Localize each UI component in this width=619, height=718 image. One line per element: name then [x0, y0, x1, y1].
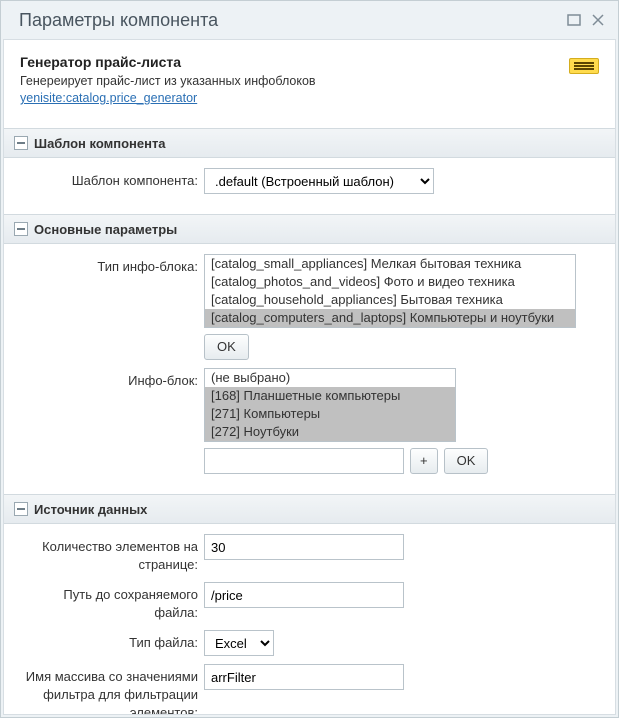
maximize-icon[interactable]	[566, 12, 582, 28]
list-item[interactable]: [catalog_photos_and_videos] Фото и видео…	[205, 273, 575, 291]
per-page-label: Количество элементов на странице:	[18, 534, 204, 574]
iblock-type-ok-button[interactable]: OK	[204, 334, 249, 360]
iblock-add-button[interactable]: +	[410, 448, 438, 474]
section-source-header[interactable]: Источник данных	[4, 494, 615, 524]
filetype-select[interactable]: Excel	[204, 630, 274, 656]
window-title: Параметры компонента	[19, 10, 558, 31]
iblock-type-label: Тип инфо-блока:	[18, 254, 204, 276]
iblock-add-input[interactable]	[204, 448, 404, 474]
list-item[interactable]: (не выбрано)	[205, 369, 455, 387]
iblock-ok-button[interactable]: OK	[444, 448, 489, 474]
iblock-label: Инфо-блок:	[18, 368, 204, 390]
list-item[interactable]: [catalog_household_appliances] Бытовая т…	[205, 291, 575, 309]
expand-badge-icon[interactable]	[569, 58, 599, 74]
section-template-title: Шаблон компонента	[34, 136, 166, 151]
component-header: Генератор прайс-листа Генереирует прайс-…	[4, 40, 615, 114]
section-template-header[interactable]: Шаблон компонента	[4, 128, 615, 158]
list-item[interactable]: [271] Компьютеры	[205, 405, 455, 423]
collapse-icon	[14, 136, 28, 150]
titlebar: Параметры компонента	[1, 1, 618, 39]
filter-label: Имя массива со значениями фильтра для фи…	[18, 664, 204, 715]
list-item[interactable]: [168] Планшетные компьютеры	[205, 387, 455, 405]
component-name: Генератор прайс-листа	[20, 54, 599, 70]
template-label: Шаблон компонента:	[18, 168, 204, 190]
list-item[interactable]: [catalog_small_appliances] Мелкая бытова…	[205, 255, 575, 273]
close-icon[interactable]	[590, 12, 606, 28]
iblock-list[interactable]: (не выбрано)[168] Планшетные компьютеры[…	[204, 368, 456, 442]
component-description: Генереирует прайс-лист из указанных инфо…	[20, 74, 599, 88]
collapse-icon	[14, 222, 28, 236]
collapse-icon	[14, 502, 28, 516]
per-page-input[interactable]	[204, 534, 404, 560]
iblock-type-list[interactable]: [catalog_small_appliances] Мелкая бытова…	[204, 254, 576, 328]
path-label: Путь до сохраняемого файла:	[18, 582, 204, 622]
list-item[interactable]: [catalog_computers_and_laptops] Компьюте…	[205, 309, 575, 327]
list-item[interactable]: [272] Ноутбуки	[205, 423, 455, 441]
path-input[interactable]	[204, 582, 404, 608]
component-code-link[interactable]: yenisite:catalog.price_generator	[20, 91, 197, 105]
section-source-title: Источник данных	[34, 502, 147, 517]
section-main-header[interactable]: Основные параметры	[4, 214, 615, 244]
filetype-label: Тип файла:	[18, 630, 204, 652]
section-main-title: Основные параметры	[34, 222, 177, 237]
filter-input[interactable]	[204, 664, 404, 690]
template-select[interactable]: .default (Встроенный шаблон)	[204, 168, 434, 194]
